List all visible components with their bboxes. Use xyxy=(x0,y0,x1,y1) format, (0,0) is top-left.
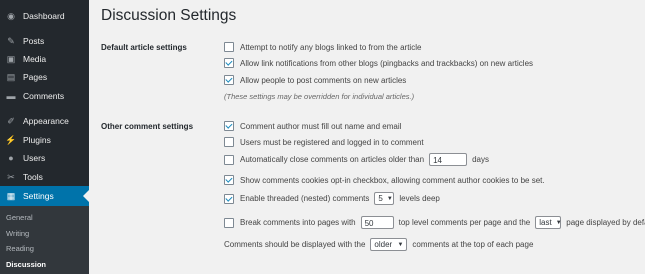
sidebar-item-appearance[interactable]: ✐ Appearance xyxy=(0,111,89,131)
threaded-levels-value: 5 xyxy=(378,194,383,203)
require-name-checkbox[interactable] xyxy=(224,121,234,131)
cookies-checkbox[interactable] xyxy=(224,175,234,185)
submenu-item-discussion[interactable]: Discussion xyxy=(6,260,46,269)
order-suffix: comments at the top of each page xyxy=(412,240,534,249)
paging-row: Break comments into pages with 50 top le… xyxy=(224,216,645,229)
threaded-suffix: levels deep xyxy=(399,194,440,203)
sidebar-item-users[interactable]: ● Users xyxy=(0,148,89,168)
notify-blogs-checkbox[interactable] xyxy=(224,42,234,52)
threaded-label: Enable threaded (nested) comments xyxy=(240,194,370,203)
other-comment-settings-label: Other comment settings xyxy=(101,122,194,131)
sidebar-item-comments[interactable]: ▬ Comments xyxy=(0,86,89,106)
sidebar-item-pages[interactable]: ▤ Pages xyxy=(0,67,89,87)
sidebar-item-label: Appearance xyxy=(23,116,69,126)
sidebar-item-dashboard[interactable]: ◉ Dashboard xyxy=(0,6,89,26)
sidebar-item-posts[interactable]: ✎ Posts xyxy=(0,31,89,51)
cookies-label: Show comments cookies opt-in checkbox, a… xyxy=(240,175,545,185)
sidebar-item-plugins[interactable]: ⚡ Plugins xyxy=(0,130,89,150)
default-article-settings-label: Default article settings xyxy=(101,43,187,52)
sidebar-item-settings[interactable]: ▦ Settings xyxy=(0,186,89,206)
close-days-suffix: days xyxy=(472,155,489,164)
threaded-row: Enable threaded (nested) comments 5 ▼ lev… xyxy=(224,192,440,205)
sidebar-item-tools[interactable]: ✂ Tools xyxy=(0,167,89,187)
allow-comments-label: Allow people to post comments on new art… xyxy=(240,75,407,85)
require-name-label: Comment author must fill out name and em… xyxy=(240,121,402,131)
sidebar-item-label: Comments xyxy=(23,91,65,101)
allow-comments-checkbox[interactable] xyxy=(224,75,234,85)
sidebar-item-label: Settings xyxy=(23,191,54,201)
users-icon: ● xyxy=(8,153,14,163)
sidebar-item-label: Tools xyxy=(23,172,43,182)
cookies-row: Show comments cookies opt-in checkbox, a… xyxy=(224,175,545,185)
chevron-down-icon: ▼ xyxy=(555,219,562,226)
submenu-item-writing[interactable]: Writing xyxy=(6,229,29,238)
require-name-row: Comment author must fill out name and em… xyxy=(224,121,401,131)
registered-row: Users must be registered and logged in t… xyxy=(224,137,424,147)
paging-mid-label: top level comments per page and the xyxy=(398,218,531,227)
comments-per-page-input[interactable]: 50 xyxy=(360,216,394,229)
paging-suffix: page displayed by default xyxy=(566,218,645,227)
comment-icon: ▬ xyxy=(6,91,16,101)
media-icon: ▣ xyxy=(6,53,16,64)
comment-order-value: older xyxy=(374,240,393,249)
notify-blogs-row: Attempt to notify any blogs linked to fr… xyxy=(224,42,421,52)
close-days-input[interactable]: 14 xyxy=(429,153,468,166)
settings-icon: ▦ xyxy=(6,190,16,201)
sidebar-item-label: Media xyxy=(23,54,47,64)
allow-pings-row: Allow link notifications from other blog… xyxy=(224,58,533,68)
override-note: (These settings may be overridden for in… xyxy=(224,92,415,101)
brush-icon: ✐ xyxy=(7,115,15,126)
sidebar-item-label: Dashboard xyxy=(23,11,65,21)
allow-pings-checkbox[interactable] xyxy=(224,58,234,68)
registered-checkbox[interactable] xyxy=(224,137,234,147)
main-content: Discussion Settings Default article sett… xyxy=(89,0,645,274)
order-label: Comments should be displayed with the xyxy=(224,240,366,249)
settings-submenu: General Writing Reading Discussion xyxy=(0,206,89,274)
paging-label: Break comments into pages with xyxy=(240,218,356,227)
admin-sidebar: ◉ Dashboard ✎ Posts ▣ Media ▤ Pages ▬ Comment… xyxy=(0,0,89,274)
sidebar-item-label: Posts xyxy=(23,36,45,46)
allow-comments-row: Allow people to post comments on new art… xyxy=(224,75,406,85)
sidebar-item-label: Users xyxy=(23,153,46,163)
pin-icon: ✎ xyxy=(7,35,15,46)
notify-blogs-label: Attempt to notify any blogs linked to fr… xyxy=(240,42,422,52)
threaded-levels-select[interactable]: 5 ▼ xyxy=(374,192,395,205)
page-icon: ▤ xyxy=(6,71,16,82)
plug-icon: ⚡ xyxy=(5,134,17,145)
chevron-down-icon: ▼ xyxy=(386,195,393,202)
threaded-checkbox[interactable] xyxy=(224,193,234,204)
chevron-down-icon: ▼ xyxy=(397,241,404,248)
dashboard-icon: ◉ xyxy=(7,10,15,21)
comment-order-select[interactable]: older ▼ xyxy=(370,238,408,251)
sidebar-item-label: Pages xyxy=(23,72,48,82)
close-comments-row: Automatically close comments on articles… xyxy=(224,153,489,166)
close-comments-label: Automatically close comments on articles… xyxy=(240,155,425,164)
default-page-value: last xyxy=(539,218,552,227)
sidebar-item-media[interactable]: ▣ Media xyxy=(0,49,89,69)
close-comments-checkbox[interactable] xyxy=(224,154,234,165)
submenu-item-general[interactable]: General xyxy=(6,213,33,222)
sidebar-item-label: Plugins xyxy=(23,135,51,145)
page-title: Discussion Settings xyxy=(101,7,237,24)
allow-pings-label: Allow link notifications from other blog… xyxy=(240,58,534,68)
default-page-select[interactable]: last ▼ xyxy=(535,216,562,229)
registered-label: Users must be registered and logged in t… xyxy=(240,137,424,147)
wrench-icon: ✂ xyxy=(7,171,15,182)
order-row: Comments should be displayed with the ol… xyxy=(224,238,533,251)
submenu-item-reading[interactable]: Reading xyxy=(6,244,34,253)
paging-checkbox[interactable] xyxy=(224,217,234,228)
